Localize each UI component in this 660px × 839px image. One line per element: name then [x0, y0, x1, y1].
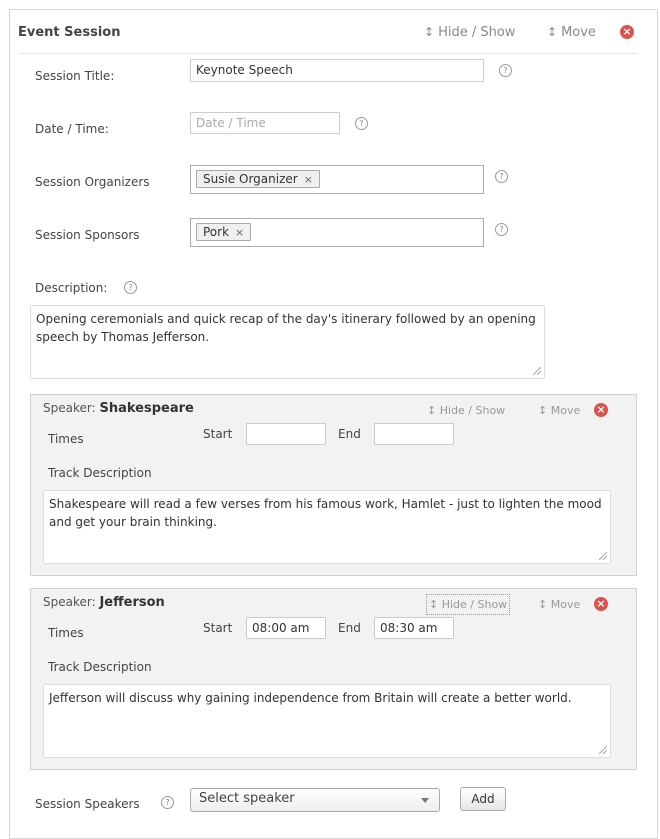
- speaker-hide-show[interactable]: ↕ Hide / Show: [427, 404, 505, 417]
- help-icon[interactable]: ?: [499, 64, 512, 77]
- end-time-input[interactable]: [374, 423, 454, 445]
- description-label: Description:: [35, 281, 108, 295]
- resize-grip-icon[interactable]: [599, 552, 607, 560]
- end-label: End: [338, 621, 361, 635]
- session-sponsors-label: Session Sponsors: [35, 228, 140, 242]
- session-speakers-label: Session Speakers: [35, 797, 140, 811]
- speaker-heading: Speaker: Jefferson: [43, 595, 165, 610]
- speaker-hide-show[interactable]: ↕ Hide / Show: [425, 594, 511, 615]
- help-icon[interactable]: ?: [495, 223, 508, 236]
- help-icon[interactable]: ?: [495, 170, 508, 183]
- speaker-move-handle[interactable]: ↕ Move: [538, 598, 580, 611]
- help-icon[interactable]: ?: [124, 281, 137, 294]
- start-label: Start: [203, 621, 233, 635]
- panel-move-handle[interactable]: ↕ Move: [547, 25, 596, 40]
- remove-panel-icon[interactable]: ×: [620, 25, 634, 39]
- start-time-input[interactable]: 08:00 am: [246, 617, 326, 639]
- remove-speaker-icon[interactable]: ×: [594, 403, 608, 417]
- sort-arrows-icon: ↕: [538, 598, 548, 611]
- track-description-label: Track Description: [48, 660, 152, 674]
- panel-title: Event Session: [18, 25, 121, 40]
- divider: [18, 53, 638, 54]
- sort-arrows-icon: ↕: [547, 25, 558, 39]
- start-label: Start: [203, 427, 233, 441]
- add-speaker-button[interactable]: Add: [460, 787, 506, 811]
- track-description-textarea[interactable]: Shakespeare will read a few verses from …: [43, 490, 611, 564]
- date-time-input[interactable]: Date / Time: [190, 112, 340, 134]
- end-time-input[interactable]: 08:30 am: [374, 617, 454, 639]
- sort-arrows-icon: ↕: [427, 404, 437, 417]
- session-title-input[interactable]: Keynote Speech: [190, 59, 484, 82]
- remove-speaker-icon[interactable]: ×: [594, 597, 608, 611]
- help-icon[interactable]: ?: [161, 796, 174, 809]
- session-organizers-label: Session Organizers: [35, 175, 150, 189]
- times-label: Times: [48, 432, 84, 446]
- session-title-label: Session Title:: [35, 69, 115, 83]
- resize-grip-icon[interactable]: [599, 746, 607, 754]
- times-label: Times: [48, 626, 84, 640]
- sort-arrows-icon: ↕: [538, 404, 548, 417]
- organizers-token-input[interactable]: Susie Organizer ×: [190, 165, 484, 194]
- help-icon[interactable]: ?: [355, 117, 368, 130]
- speaker-heading: Speaker: Shakespeare: [43, 401, 194, 416]
- sort-arrows-icon: ↕: [424, 25, 435, 39]
- token-pork: Pork ×: [196, 223, 252, 241]
- resize-grip-icon[interactable]: [533, 367, 541, 375]
- speaker-move-handle[interactable]: ↕ Move: [538, 404, 580, 417]
- sort-arrows-icon: ↕: [429, 598, 439, 611]
- chevron-down-icon: [421, 798, 429, 803]
- speaker-panel-shakespeare: Speaker: Shakespeare ↕ Hide / Show ↕ Mov…: [30, 394, 637, 576]
- start-time-input[interactable]: [246, 423, 326, 445]
- track-description-label: Track Description: [48, 466, 152, 480]
- track-description-textarea[interactable]: Jefferson will discuss why gaining indep…: [43, 684, 611, 758]
- speaker-panel-jefferson: Speaker: Jefferson ↕ Hide / Show ↕ Move …: [30, 588, 637, 770]
- remove-token-icon[interactable]: ×: [304, 173, 313, 186]
- speaker-select[interactable]: Select speaker: [190, 788, 440, 812]
- date-time-label: Date / Time:: [35, 122, 109, 136]
- end-label: End: [338, 427, 361, 441]
- panel-hide-show[interactable]: ↕ Hide / Show: [424, 25, 515, 40]
- token-susie-organizer: Susie Organizer ×: [196, 170, 320, 188]
- description-textarea[interactable]: Opening ceremonials and quick recap of t…: [30, 305, 545, 379]
- remove-token-icon[interactable]: ×: [235, 226, 244, 239]
- sponsors-token-input[interactable]: Pork ×: [190, 218, 484, 247]
